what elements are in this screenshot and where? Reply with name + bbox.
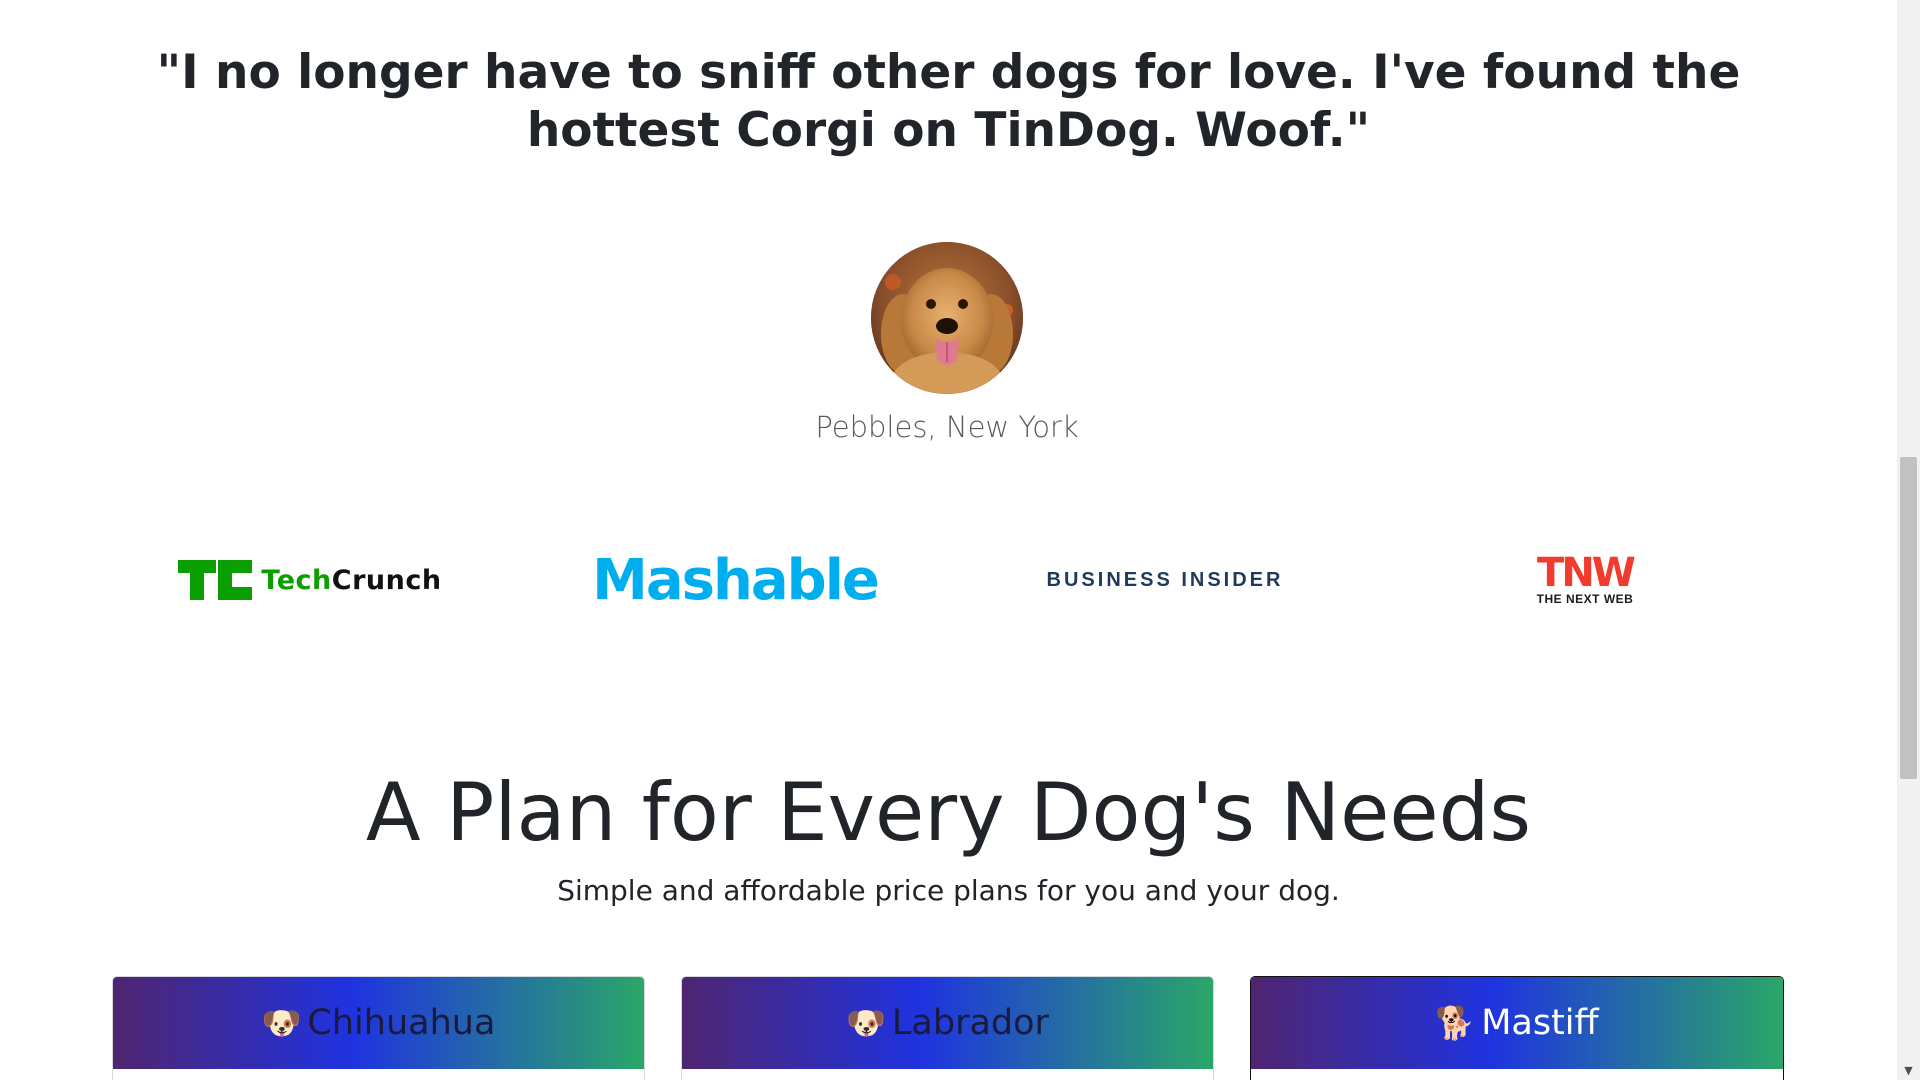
dog-avatar-icon [871,242,1023,394]
techcrunch-logo: TechCrunch [150,530,470,630]
dog-icon: 🐕 [1435,1004,1476,1042]
triangle-down-icon: ▼ [1904,1063,1913,1077]
techcrunch-tech-text: Tech [261,564,332,596]
techcrunch-crunch-text: Crunch [331,564,442,596]
card-header: 🐕 Mastiff [1251,977,1783,1069]
card-header: 🐶 Chihuahua [113,977,644,1069]
testimonial-quote: "I no longer have to sniff other dogs fo… [156,45,1741,158]
scrollbar-thumb[interactable] [1900,457,1917,779]
pricing-card-chihuahua: 🐶 Chihuahua [112,976,645,1080]
business-insider-text: BUSINESS INSIDER [1046,568,1284,591]
vertical-scrollbar[interactable]: ▼ [1897,0,1920,1080]
testimonial-author: Pebbles, New York [815,410,1079,444]
mashable-logo: Mashable [580,530,890,630]
scroll-down-arrow[interactable]: ▼ [1897,1060,1920,1080]
dog-face-icon: 🐶 [261,1004,302,1042]
plan-name: Labrador [891,1003,1049,1043]
card-header: 🐶 Labrador [682,977,1213,1069]
dog-face-icon: 🐶 [846,1004,886,1042]
the-next-web-logo: TNW THE NEXT WEB [1510,530,1660,630]
press-logos: TechCrunch Mashable BUSINESS INSIDER TNW… [0,530,1897,630]
techcrunch-mark-icon [178,560,253,600]
tnw-text: TNW [1537,550,1636,596]
pricing-card-mastiff: 🐕 Mastiff [1250,976,1784,1080]
pricing-card-labrador: 🐶 Labrador [681,976,1214,1080]
plan-name: Chihuahua [307,1003,496,1043]
plan-name: Mastiff [1481,1003,1599,1043]
testimonial-avatar [871,242,1023,394]
business-insider-logo: BUSINESS INSIDER [1020,530,1310,630]
page-content: "I no longer have to sniff other dogs fo… [0,0,1897,1080]
pricing-subtitle: Simple and affordable price plans for yo… [557,874,1340,907]
pricing-title: A Plan for Every Dog's Needs [365,766,1532,859]
browser-viewport: "I no longer have to sniff other dogs fo… [0,0,1920,1080]
tnw-subtext: THE NEXT WEB [1536,592,1634,606]
mashable-text: Mashable [592,547,880,613]
